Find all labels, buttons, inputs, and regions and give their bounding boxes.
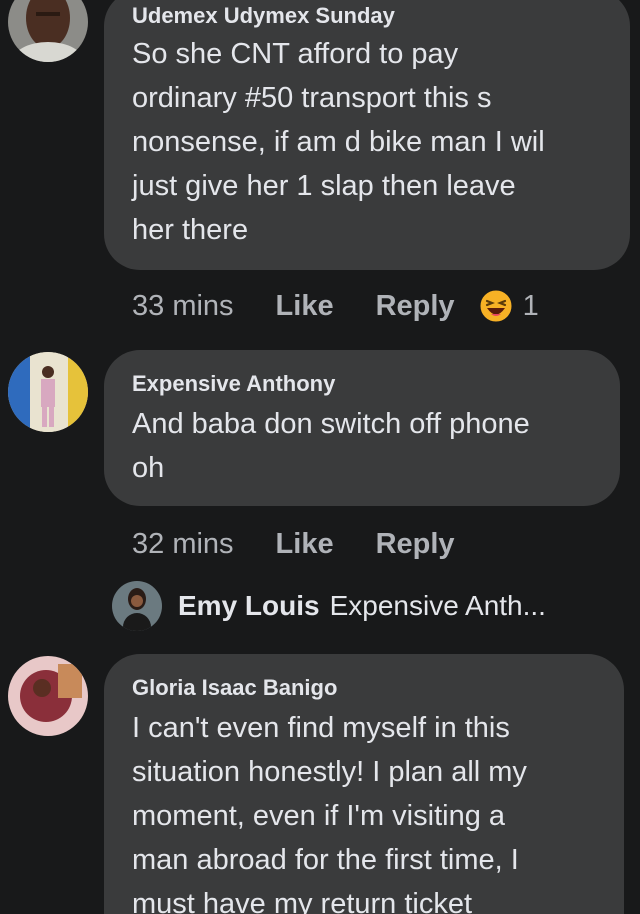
reply-author[interactable]: Emy Louis [178, 590, 320, 622]
avatar[interactable] [8, 352, 88, 432]
avatar [112, 581, 162, 631]
comment-author[interactable]: Expensive Anthony [132, 370, 598, 398]
comment-body: So she CNT afford to pay ordinary #50 tr… [132, 32, 608, 252]
comment-bubble: Gloria Isaac Banigo I can't even find my… [104, 654, 624, 914]
reply-preview[interactable]: Emy Louis Expensive Anth... [112, 576, 546, 636]
comment-line: So she CNT afford to pay [132, 38, 459, 70]
reaction-summary[interactable]: 1 [479, 289, 539, 323]
comment-line: must have my return ticket [132, 888, 473, 914]
comment-line: I can't even find myself in this [132, 712, 510, 744]
comment-body: I can't even find myself in this situati… [132, 706, 602, 914]
comment-line: moment, even if I'm visiting a [132, 800, 506, 832]
comment-line: her there [132, 214, 249, 246]
comment-line: ordinary #50 transport this s [132, 82, 492, 114]
comment-actions: 32 mins Like Reply [132, 524, 455, 564]
reply-button[interactable]: Reply [376, 528, 455, 561]
profile-photo-icon [112, 581, 162, 631]
comment-timestamp[interactable]: 33 mins [132, 290, 234, 323]
profile-photo-icon [8, 656, 88, 736]
comment-actions: 33 mins Like Reply 1 [132, 286, 539, 326]
comment-author[interactable]: Udemex Udymex Sunday [132, 2, 608, 30]
comment-line: man abroad for the first time, I [132, 844, 519, 876]
comment-body: And baba don switch off phone oh [132, 402, 598, 490]
like-button[interactable]: Like [276, 290, 334, 323]
avatar[interactable] [8, 656, 88, 736]
haha-emoji-icon [479, 289, 513, 323]
reaction-count: 1 [522, 289, 539, 322]
like-button[interactable]: Like [276, 528, 334, 561]
reply-snippet: Expensive Anth... [329, 590, 546, 621]
comments-thread: Udemex Udymex Sunday So she CNT afford t… [0, 0, 640, 914]
comment-line: situation honestly! I plan all my [132, 756, 527, 788]
reply-button[interactable]: Reply [376, 290, 455, 323]
comment-bubble: Udemex Udymex Sunday So she CNT afford t… [104, 0, 630, 270]
comment-line: nonsense, if am d bike man I wil [132, 126, 545, 158]
comment-timestamp[interactable]: 32 mins [132, 528, 234, 561]
comment-bubble: Expensive Anthony And baba don switch of… [104, 350, 620, 506]
avatar[interactable] [8, 0, 88, 62]
comment-line: just give her 1 slap then leave [132, 170, 516, 202]
profile-photo-icon [8, 0, 88, 62]
comment-author[interactable]: Gloria Isaac Banigo [132, 674, 602, 702]
comment-line: And baba don switch off phone [132, 408, 530, 440]
profile-photo-icon [8, 352, 88, 432]
comment-line: oh [132, 452, 165, 484]
